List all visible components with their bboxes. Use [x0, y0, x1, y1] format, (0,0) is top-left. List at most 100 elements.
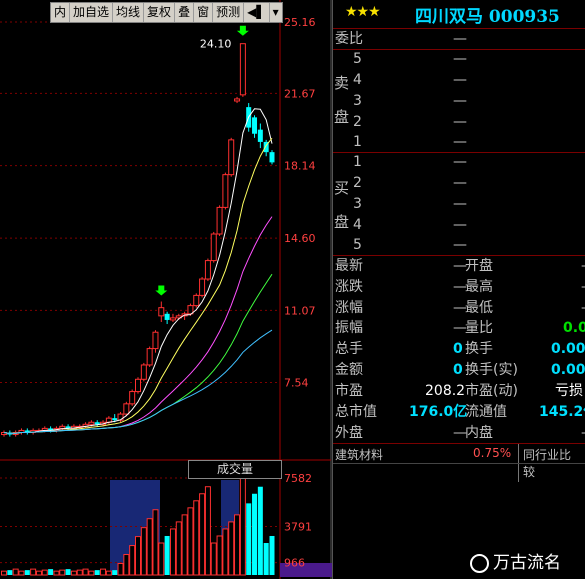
quote-label: 量比: [465, 320, 493, 336]
quote-label: 涨跌: [335, 279, 363, 295]
volume-bar: [35, 570, 42, 576]
quote-label: 内盘: [465, 425, 493, 441]
volume-bar: [246, 503, 252, 575]
candle-body: [269, 152, 275, 163]
quote-row-change: 涨跌 — 最高 —: [333, 277, 585, 297]
quote-value: 0.00: [563, 320, 585, 336]
volume-bar: [175, 521, 182, 576]
buy-level-value: —: [453, 154, 467, 170]
volume-bar: [18, 570, 25, 576]
candle-body: [228, 139, 235, 176]
quote-value: 208.2: [425, 383, 466, 399]
weibi-value: —: [453, 31, 467, 47]
candle-body: [234, 98, 241, 102]
buy-level-num: 1: [353, 154, 362, 170]
candle-body: [239, 43, 246, 96]
candle-body: [112, 418, 118, 421]
kline-chart[interactable]: 25.16 21.67 18.14 14.60 11.07 7.54 24.10 7582 37…: [0, 0, 332, 579]
candle-body: [88, 421, 95, 425]
candle-body: [199, 278, 206, 296]
quote-row-pct: 涨幅 — 最低 —: [333, 298, 585, 318]
candle-body: [193, 294, 200, 307]
quote-row-latest: 最新 — 开盘 —: [333, 256, 585, 276]
toolbar-item-adjust[interactable]: 复权: [144, 3, 176, 22]
quote-label: 流通值: [465, 404, 507, 420]
quote-label: 总手: [335, 341, 363, 357]
volume-bar: [24, 570, 30, 575]
candle-body: [257, 129, 263, 142]
volume-bar: [112, 570, 118, 575]
toolbar-item-ma[interactable]: 均线: [113, 3, 145, 22]
quote-row-market-cap: 总市值 176.0亿 流通值 145.2亿: [333, 402, 585, 422]
volume-tick-label: 966: [284, 557, 305, 570]
quote-panel: ★★★ 四川双马 000935 委比 — 卖 盘 5— 4— 3— 2— 1— …: [332, 0, 585, 579]
candle-body: [158, 307, 165, 317]
candle-body: [164, 313, 170, 320]
volume-bar: [30, 568, 37, 576]
kline-chart-area[interactable]: 25.16 21.67 18.14 14.60 11.07 7.54 24.10 7582 37…: [0, 0, 332, 579]
industry-change: 0.75%: [473, 446, 512, 460]
toolbar-item-forecast[interactable]: 预测: [213, 3, 245, 22]
toolbar-item-overlay[interactable]: 叠: [175, 3, 195, 22]
candle-body: [222, 174, 229, 208]
sell-level-value: —: [453, 114, 467, 130]
price-tick-label: 14.60: [284, 232, 316, 245]
volume-bar: [216, 535, 223, 576]
volume-bar: [193, 500, 200, 576]
candle-body: [135, 378, 141, 393]
sell-level-row: 1—: [333, 132, 585, 152]
toolbar-item-dropdown-icon[interactable]: ▾: [270, 3, 282, 22]
buy-level-num: 3: [353, 196, 362, 212]
industry-name[interactable]: 建筑材料: [335, 446, 383, 463]
quote-row-amount: 金额 0 换手(实) 0.00%: [333, 360, 585, 380]
candle-body: [129, 391, 136, 405]
candle-body: [169, 317, 176, 321]
quote-label: 最高: [465, 279, 493, 295]
quote-value: 0.00%: [551, 341, 585, 357]
quote-label: 金额: [335, 362, 363, 378]
toolbar-item-add-watchlist[interactable]: 加自选: [70, 3, 114, 22]
quote-value: 亏损: [555, 383, 583, 399]
quote-row-pe: 市盈 208.2 市盈(动) 亏损: [333, 381, 585, 401]
candle-body: [210, 233, 217, 262]
toolbar-item-window[interactable]: 窗: [194, 3, 214, 22]
quote-label: 换手: [465, 341, 493, 357]
watermark-text: 万古流名: [493, 553, 561, 573]
volume-bar: [222, 528, 229, 576]
sell-level-num: 4: [353, 72, 362, 88]
quote-label: 最低: [465, 300, 493, 316]
stock-title: 四川双马 000935: [415, 7, 560, 27]
buy-level-num: 4: [353, 217, 362, 233]
sell-level-row: 2—: [333, 112, 585, 132]
quote-label: 市盈(动): [465, 383, 518, 399]
sell-level-num: 1: [353, 134, 362, 150]
sell-level-num: 5: [353, 51, 362, 67]
watermark: 万古流名: [470, 548, 561, 573]
volume-bar: [158, 542, 165, 576]
buy-level-row: 4—: [333, 215, 585, 235]
volume-bar: [65, 569, 71, 575]
volume-bar: [181, 514, 188, 576]
volume-bar: [146, 518, 153, 576]
volume-bar: [105, 570, 112, 576]
sell-level-value: —: [453, 134, 467, 150]
quote-value: 145.2亿: [539, 404, 585, 420]
volume-bar: [53, 570, 60, 576]
toolbar-item-inner[interactable]: 内: [51, 3, 71, 22]
toolbar-item-prev-icon[interactable]: ◀▌: [244, 3, 270, 22]
buy-level-value: —: [453, 196, 467, 212]
candle-body: [216, 206, 223, 235]
volume-indicator-button[interactable]: 成交量: [188, 460, 282, 479]
quote-value: 0: [453, 341, 463, 357]
quote-value: —: [581, 256, 585, 276]
volume-bar: [82, 568, 89, 576]
volume-bar: [7, 570, 13, 575]
volume-bar: [129, 545, 136, 576]
volume-bar: [70, 570, 77, 576]
quote-label: 总市值: [335, 404, 377, 420]
peak-price-label: 24.10: [200, 38, 232, 51]
sell-level-row: 3—: [333, 91, 585, 111]
volume-bar: [257, 486, 263, 575]
buy-level-num: 5: [353, 237, 362, 253]
signal-arrow-icon: [155, 285, 168, 296]
